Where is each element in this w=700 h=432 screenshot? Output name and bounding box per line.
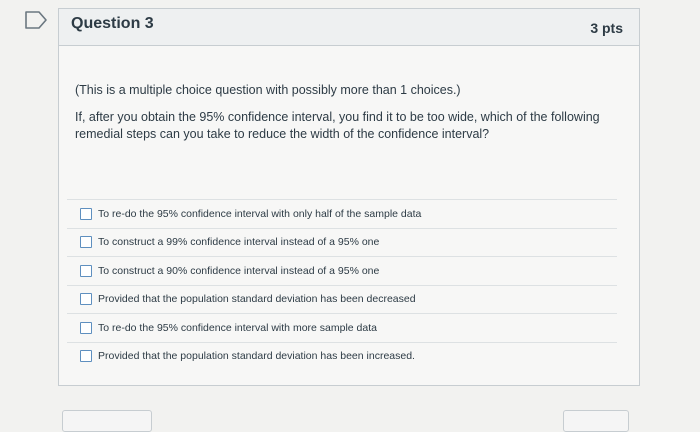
checkbox-icon[interactable] [80,236,92,249]
answer-option[interactable]: To re-do the 95% confidence interval wit… [67,313,617,342]
question-prompt: If, after you obtain the 95% confidence … [75,110,600,141]
answer-label[interactable]: To construct a 90% confidence interval i… [98,265,379,277]
question-text: (This is a multiple choice question with… [75,82,615,153]
checkbox-icon[interactable] [80,350,92,363]
answer-option[interactable]: To construct a 90% confidence interval i… [67,256,617,285]
answer-option[interactable]: To construct a 99% confidence interval i… [67,227,617,257]
question-instruction: (This is a multiple choice question with… [75,83,461,97]
answer-label[interactable]: To re-do the 95% confidence interval wit… [98,322,377,334]
checkbox-icon[interactable] [80,293,92,306]
question-title: Question 3 [71,15,154,32]
answer-option[interactable]: Provided that the population standard de… [67,284,617,314]
next-button[interactable] [563,410,629,432]
answer-label[interactable]: To re-do the 95% confidence interval wit… [98,208,421,220]
answer-option[interactable]: To re-do the 95% confidence interval wit… [67,199,617,228]
question-points: 3 pts [590,20,623,36]
checkbox-icon[interactable] [80,321,92,334]
question-header: Question 3 3 pts [59,9,639,46]
answer-list: To re-do the 95% confidence interval wit… [67,199,617,370]
answer-option[interactable]: Provided that the population standard de… [67,341,617,371]
previous-button[interactable] [62,410,152,432]
answer-label[interactable]: Provided that the population standard de… [98,350,415,362]
question-card: Question 3 3 pts (This is a multiple cho… [58,8,640,386]
checkbox-icon[interactable] [80,264,92,277]
flag-icon[interactable] [24,10,48,30]
answer-label[interactable]: To construct a 99% confidence interval i… [98,236,379,248]
checkbox-icon[interactable] [80,207,92,220]
answer-label[interactable]: Provided that the population standard de… [98,293,416,305]
